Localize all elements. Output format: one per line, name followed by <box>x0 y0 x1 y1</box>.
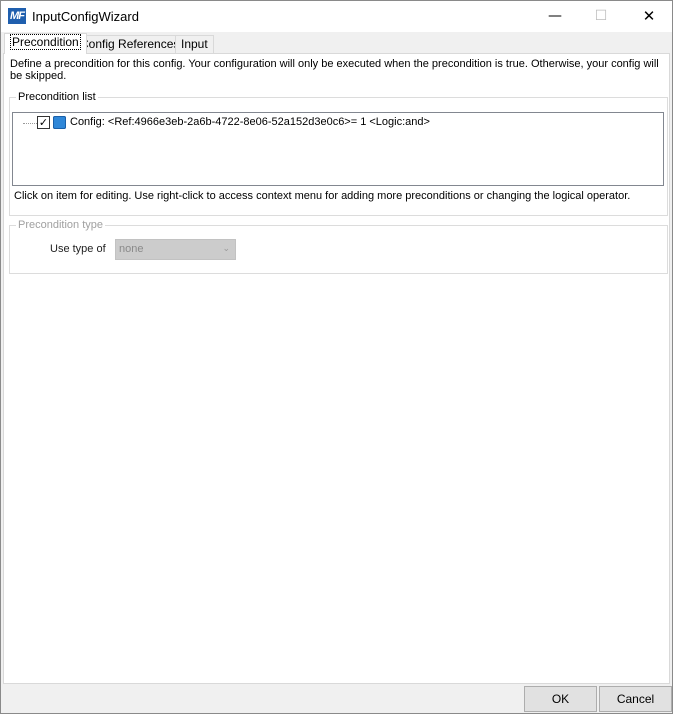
config-icon <box>53 116 66 129</box>
precondition-description: Define a precondition for this config. Y… <box>10 58 659 82</box>
title-bar[interactable]: MF InputConfigWizard — ☐ ✕ <box>1 1 672 32</box>
precondition-item-text[interactable]: Config: <Ref:4966e3eb-2a6b-4722-8e06-52a… <box>70 116 430 129</box>
precondition-tree[interactable]: ✓ Config: <Ref:4966e3eb-2a6b-4722-8e06-5… <box>12 112 664 186</box>
ok-button[interactable]: OK <box>524 686 597 712</box>
minimize-button[interactable]: — <box>532 1 578 32</box>
use-type-select[interactable]: none ⌄ <box>115 239 236 260</box>
precondition-type-title: Precondition type <box>16 218 105 232</box>
tab-label: Config References <box>80 37 180 51</box>
use-type-value: none <box>119 243 144 255</box>
cancel-button[interactable]: Cancel <box>599 686 672 712</box>
precondition-list-title: Precondition list <box>16 90 98 104</box>
tab-label: Input <box>181 37 208 51</box>
maximize-button[interactable]: ☐ <box>578 1 624 32</box>
tab-label: Precondition <box>10 34 81 50</box>
button-bar: OK Cancel <box>1 684 672 713</box>
tab-config-references[interactable]: Config References <box>74 35 186 53</box>
use-type-label: Use type of <box>50 243 106 255</box>
precondition-tab-panel: Define a precondition for this config. Y… <box>3 53 670 684</box>
precondition-list-group: Precondition list ✓ Config: <Ref:4966e3e… <box>9 90 668 216</box>
tree-connector <box>23 123 37 125</box>
close-button[interactable]: ✕ <box>626 1 672 32</box>
tab-input[interactable]: Input <box>175 35 214 53</box>
app-logo-icon: MF <box>8 8 26 24</box>
chevron-down-icon: ⌄ <box>222 244 230 254</box>
precondition-hint: Click on item for editing. Use right-cli… <box>14 190 631 202</box>
window-title: InputConfigWizard <box>32 9 139 24</box>
dialog-window: MF InputConfigWizard — ☐ ✕ Precondition … <box>0 0 673 714</box>
tab-precondition[interactable]: Precondition <box>4 33 87 54</box>
precondition-type-group: Precondition type Use type of none ⌄ <box>9 218 668 274</box>
precondition-checkbox[interactable]: ✓ <box>37 116 50 129</box>
